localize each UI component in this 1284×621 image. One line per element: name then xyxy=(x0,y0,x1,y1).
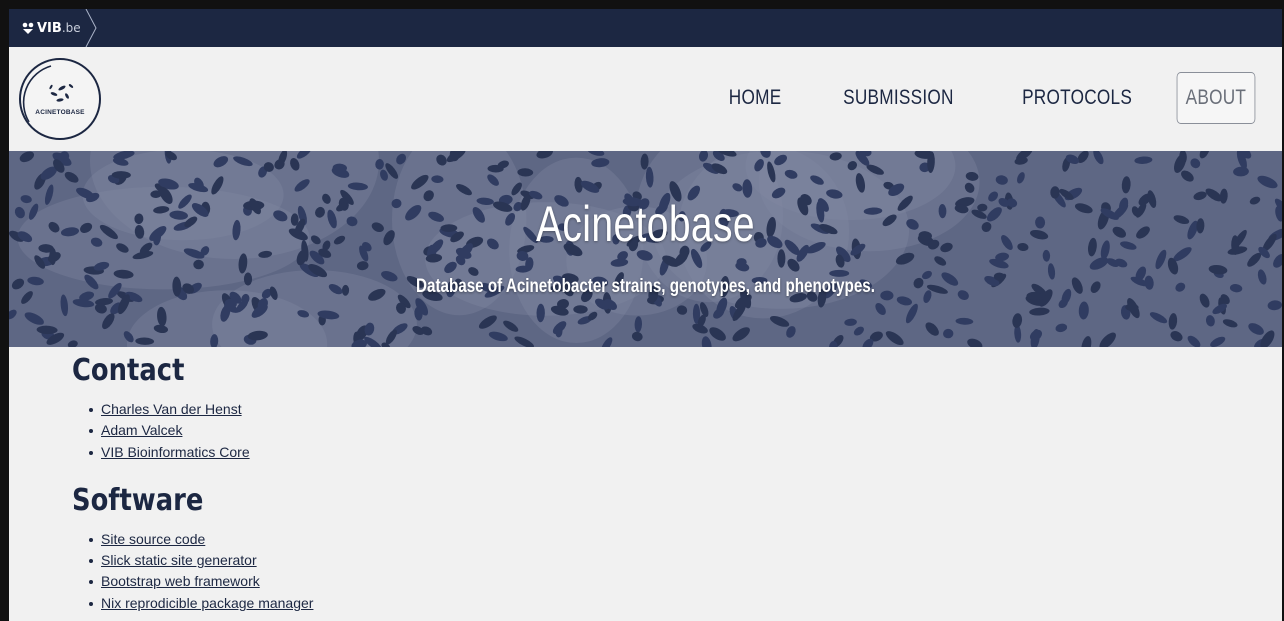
hero-subtitle: Database of Acinetobacter strains, genot… xyxy=(416,276,875,297)
vib-domain: .be xyxy=(61,21,81,35)
software-link-source[interactable]: Site source code xyxy=(101,531,205,547)
list-item: Nix reprodicible package manager xyxy=(89,593,872,614)
software-link-nix[interactable]: Nix reprodicible package manager xyxy=(101,595,313,611)
list-item: Charles Van der Henst xyxy=(89,399,872,420)
logo-text: ACINETOBASE xyxy=(35,109,85,116)
chevron-right-icon xyxy=(85,9,97,47)
contact-list: Charles Van der Henst Adam Valcek VIB Bi… xyxy=(72,399,872,463)
contact-link-adam[interactable]: Adam Valcek xyxy=(101,422,182,438)
software-heading: Software xyxy=(72,482,204,518)
hero-banner: Acinetobase Database of Acinetobacter st… xyxy=(9,151,1282,347)
vib-logo-link[interactable]: VIB .be xyxy=(9,9,97,47)
browser-frame: VIB .be ACINETOBASE HOME SUBMISSION PROTO… xyxy=(0,0,1284,621)
list-item: Bootstrap web framework xyxy=(89,571,872,592)
list-item: Slick static site generator xyxy=(89,550,872,571)
contact-heading: Contact xyxy=(72,353,185,388)
vib-brand: VIB xyxy=(37,20,62,36)
about-content: Contact Charles Van der Henst Adam Valce… xyxy=(72,349,872,614)
list-item: Site source code xyxy=(89,529,872,550)
vib-top-bar: VIB .be xyxy=(9,9,1282,47)
main-nav: HOME SUBMISSION PROTOCOLS ABOUT xyxy=(679,70,1264,126)
nav-submission[interactable]: SUBMISSION xyxy=(843,86,954,110)
list-item: VIB Bioinformatics Core xyxy=(89,442,872,463)
software-list: Site source code Slick static site gener… xyxy=(72,529,872,614)
nav-about[interactable]: ABOUT xyxy=(1176,72,1256,124)
contact-link-charles[interactable]: Charles Van der Henst xyxy=(101,401,242,417)
bacteria-logo-icon xyxy=(22,65,74,123)
acinetobase-logo[interactable]: ACINETOBASE xyxy=(19,58,101,140)
nav-protocols[interactable]: PROTOCOLS xyxy=(1022,86,1132,110)
hero-title: Acinetobase xyxy=(536,196,755,252)
site-header: ACINETOBASE HOME SUBMISSION PROTOCOLS AB… xyxy=(9,47,1282,151)
nav-home[interactable]: HOME xyxy=(729,86,782,110)
contact-link-vib-core[interactable]: VIB Bioinformatics Core xyxy=(101,444,250,460)
list-item: Adam Valcek xyxy=(89,420,872,441)
software-link-slick[interactable]: Slick static site generator xyxy=(101,552,257,568)
software-link-bootstrap[interactable]: Bootstrap web framework xyxy=(101,573,260,589)
vib-logo-icon xyxy=(22,22,34,34)
